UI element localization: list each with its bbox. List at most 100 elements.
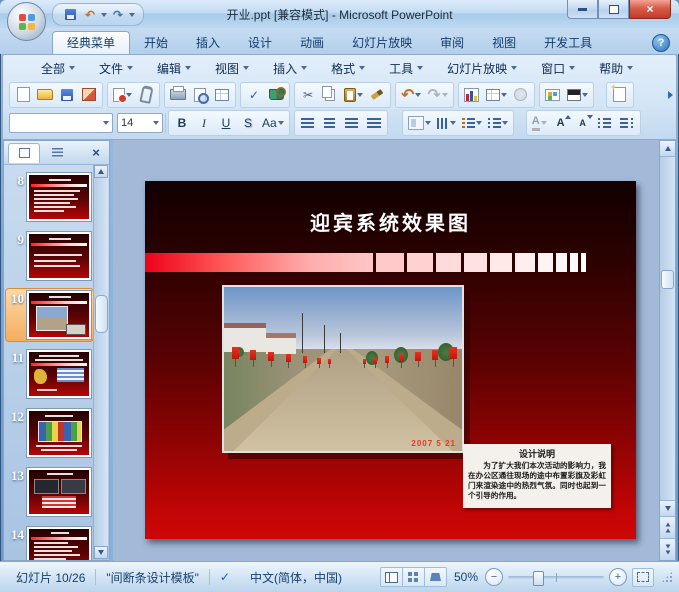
- change-case-button[interactable]: Aa: [259, 113, 287, 134]
- tab-view[interactable]: 视图: [478, 32, 530, 54]
- zoom-out-button[interactable]: −: [485, 568, 503, 586]
- fit-to-window-button[interactable]: [632, 567, 654, 587]
- slide-thumbnail-8[interactable]: 8: [6, 171, 93, 223]
- italic-button[interactable]: I: [193, 113, 215, 134]
- slide-thumbnail-13[interactable]: 13: [6, 466, 93, 518]
- copy-button[interactable]: [319, 84, 341, 105]
- template-name[interactable]: "间断条设计模板": [96, 569, 209, 586]
- scroll-up-button[interactable]: [660, 141, 675, 157]
- tab-review[interactable]: 审阅: [426, 32, 478, 54]
- open-button[interactable]: [34, 84, 56, 105]
- menu-insert[interactable]: 插入: [263, 58, 317, 79]
- background-button[interactable]: [564, 84, 591, 105]
- menu-file[interactable]: 文件: [89, 58, 143, 79]
- format-painter-button[interactable]: [366, 84, 388, 105]
- slide-thumbnail-10-selected[interactable]: 10: [6, 289, 93, 341]
- menu-edit[interactable]: 编辑: [147, 58, 201, 79]
- restore-button[interactable]: [598, 0, 629, 19]
- toolbar-overflow-icon[interactable]: [668, 91, 673, 99]
- tab-home[interactable]: 开始: [130, 32, 182, 54]
- new-button[interactable]: [12, 84, 34, 105]
- permission-button[interactable]: [110, 84, 135, 105]
- align-left-button[interactable]: [297, 113, 319, 134]
- menu-view[interactable]: 视图: [205, 58, 259, 79]
- shadow-button[interactable]: S: [237, 113, 259, 134]
- save-as-picture-button[interactable]: [78, 84, 100, 105]
- menu-format[interactable]: 格式: [321, 58, 375, 79]
- tab-animations[interactable]: 动画: [286, 32, 338, 54]
- spelling-button[interactable]: ✓: [243, 84, 265, 105]
- new-slide-button[interactable]: [609, 84, 631, 105]
- zoom-in-button[interactable]: +: [609, 568, 627, 586]
- zoom-slider-thumb[interactable]: [532, 570, 544, 586]
- undo-button-toolbar[interactable]: ↶: [398, 84, 424, 105]
- slideshow-button[interactable]: [423, 568, 446, 586]
- increase-font-button[interactable]: A: [550, 113, 572, 134]
- tab-outline[interactable]: [42, 143, 72, 162]
- slide-10[interactable]: 迎宾系统效果图 2007 5 21 设计说明 为了扩大我们本次活动的影响力，我在…: [145, 181, 636, 539]
- decrease-indent-button[interactable]: [594, 113, 616, 134]
- menu-window[interactable]: 窗口: [531, 58, 585, 79]
- language-indicator[interactable]: 中文(简体，中国): [240, 569, 352, 586]
- decrease-font-button[interactable]: A: [572, 113, 594, 134]
- tab-insert[interactable]: 插入: [182, 32, 234, 54]
- office-button[interactable]: [7, 2, 46, 41]
- slide-sorter-button[interactable]: [401, 568, 424, 586]
- menu-help[interactable]: 帮助: [589, 58, 643, 79]
- tab-developer[interactable]: 开发工具: [530, 32, 606, 54]
- normal-view-button[interactable]: [380, 568, 402, 586]
- decorative-bar[interactable]: [145, 253, 586, 272]
- insert-table-button[interactable]: [483, 84, 510, 105]
- resize-grip[interactable]: [661, 571, 673, 583]
- hyperlink-button[interactable]: [510, 84, 532, 105]
- cut-button[interactable]: ✂: [297, 84, 319, 105]
- tab-slides-thumbnails[interactable]: [8, 142, 40, 163]
- slide-thumbnail-14[interactable]: 14: [6, 525, 93, 560]
- insert-chart-button[interactable]: [461, 84, 483, 105]
- main-scrollbar[interactable]: [659, 140, 676, 561]
- print-button[interactable]: [167, 84, 189, 105]
- menu-tools[interactable]: 工具: [379, 58, 433, 79]
- align-center-button[interactable]: [319, 113, 341, 134]
- scroll-thumb[interactable]: [661, 270, 674, 290]
- scroll-down-button[interactable]: [660, 500, 675, 516]
- previous-slide-button[interactable]: [660, 516, 675, 538]
- increase-indent-button[interactable]: [616, 113, 638, 134]
- text-direction-button[interactable]: [434, 113, 459, 134]
- close-button[interactable]: ×: [629, 0, 671, 19]
- font-color-button[interactable]: A: [529, 113, 550, 134]
- research-button[interactable]: [265, 84, 287, 105]
- tab-slideshow[interactable]: 幻灯片放映: [338, 32, 426, 54]
- attach-file-button[interactable]: [135, 84, 157, 105]
- help-button[interactable]: ?: [652, 34, 670, 52]
- slide-thumbnail-11[interactable]: 11: [6, 348, 93, 400]
- slide-thumbnail-9[interactable]: 9: [6, 230, 93, 282]
- page-setup-button[interactable]: [211, 84, 233, 105]
- numbering-button[interactable]: [459, 113, 485, 134]
- print-preview-button[interactable]: [189, 84, 211, 105]
- tab-classic-menu[interactable]: 经典菜单: [52, 31, 131, 54]
- next-slide-button[interactable]: [660, 538, 675, 560]
- panel-scroll-down-button[interactable]: [94, 546, 108, 559]
- scroll-track[interactable]: [660, 157, 675, 500]
- panel-scrollbar[interactable]: [93, 165, 108, 559]
- panel-close-button[interactable]: ×: [87, 144, 105, 161]
- justify-button[interactable]: [363, 113, 385, 134]
- slide-design-button[interactable]: [542, 84, 564, 105]
- slide-thumbnail-12[interactable]: 12: [6, 407, 93, 459]
- paste-button[interactable]: [341, 84, 366, 105]
- underline-button[interactable]: U: [215, 113, 237, 134]
- slide-title[interactable]: 迎宾系统效果图: [145, 207, 636, 236]
- panel-scroll-up-button[interactable]: [94, 165, 108, 178]
- design-note-box[interactable]: 设计说明 为了扩大我们本次活动的影响力，我在办公区通往现场的途中布置彩旗及彩虹门…: [463, 444, 611, 508]
- placeholder-button[interactable]: [405, 113, 434, 134]
- menu-slideshow[interactable]: 幻灯片放映: [437, 58, 527, 79]
- zoom-level[interactable]: 50%: [452, 570, 480, 584]
- slide-indicator[interactable]: 幻灯片 10/26: [6, 569, 95, 586]
- align-right-button[interactable]: [341, 113, 363, 134]
- minimize-button[interactable]: [567, 0, 598, 19]
- zoom-slider[interactable]: [508, 570, 604, 586]
- save-button-toolbar[interactable]: [56, 84, 78, 105]
- bullets-button[interactable]: [485, 113, 511, 134]
- road-photo[interactable]: 2007 5 21: [222, 285, 464, 453]
